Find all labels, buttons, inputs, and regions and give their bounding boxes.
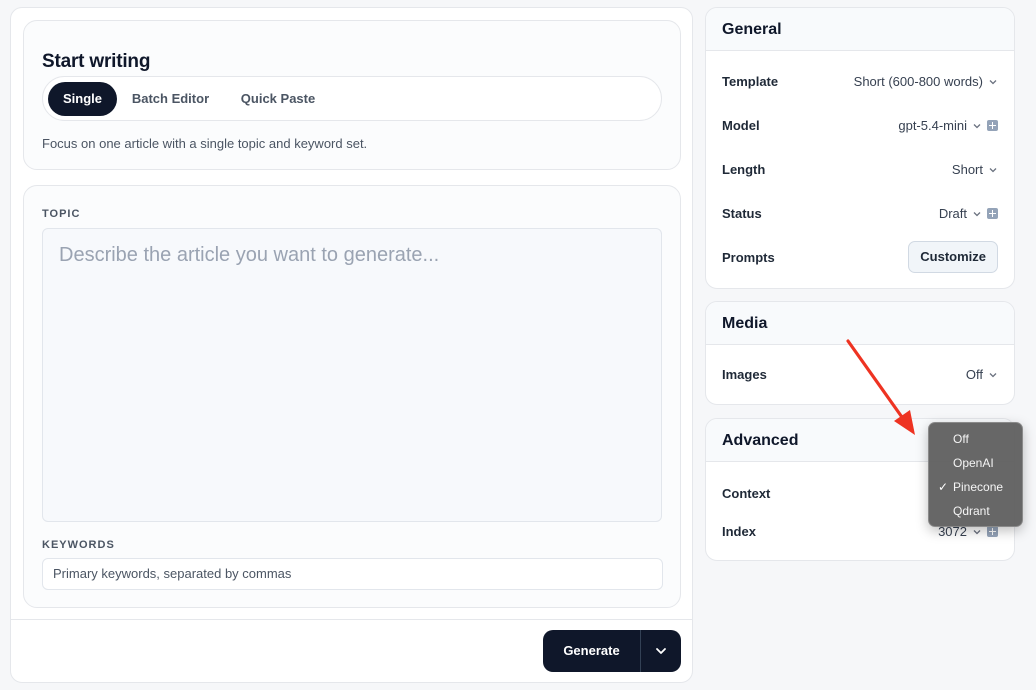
chevron-down-icon — [973, 529, 981, 534]
generate-button-group: Generate — [543, 630, 681, 672]
start-writing-card: Start writing Single Batch Editor Quick … — [23, 20, 681, 170]
default-settings-icon[interactable] — [987, 526, 998, 537]
general-header: General — [706, 8, 1014, 51]
generate-options-button[interactable] — [641, 630, 681, 672]
chevron-down-icon — [989, 79, 997, 84]
status-label: Status — [722, 206, 762, 221]
checkmark-icon: ✓ — [938, 480, 949, 494]
mode-tabs: Single Batch Editor Quick Paste — [42, 76, 662, 121]
tab-batch-editor[interactable]: Batch Editor — [123, 82, 218, 116]
status-row: Status Draft — [722, 202, 998, 226]
mode-description: Focus on one article with a single topic… — [42, 136, 368, 151]
default-settings-icon[interactable] — [987, 120, 998, 131]
keywords-label: KEYWORDS — [42, 539, 115, 551]
images-value: Off — [965, 367, 983, 382]
chevron-down-icon — [989, 372, 997, 377]
writer-panel: Start writing Single Batch Editor Quick … — [10, 7, 693, 683]
tab-single[interactable]: Single — [48, 82, 117, 116]
tab-quick-paste[interactable]: Quick Paste — [228, 82, 328, 116]
article-form-card: TOPIC Describe the article you want to g… — [23, 185, 681, 608]
index-label: Index — [722, 524, 756, 539]
images-label: Images — [722, 367, 767, 382]
annotation-arrow-icon — [846, 339, 915, 435]
length-label: Length — [722, 162, 766, 177]
status-value: Draft — [938, 206, 967, 221]
chevron-down-icon — [656, 648, 666, 654]
length-row: Length Short — [722, 158, 998, 182]
option-label: Off — [953, 432, 969, 446]
images-select[interactable]: Off — [966, 367, 998, 382]
dropdown-option-pinecone[interactable]: ✓ Pinecone — [929, 476, 1024, 498]
footer-divider — [11, 619, 692, 620]
prompts-row: Prompts Customize — [722, 241, 998, 273]
dropdown-option-off[interactable]: Off — [929, 428, 1024, 450]
template-value: Short (600-800 words) — [853, 74, 983, 89]
topic-placeholder: Describe the article you want to generat… — [59, 244, 440, 266]
model-row: Model gpt-5.4-mini — [722, 114, 998, 138]
general-section: General Template Short (600-800 words) M… — [705, 7, 1015, 289]
prompts-label: Prompts — [722, 250, 775, 265]
chevron-down-icon — [989, 167, 997, 172]
template-select[interactable]: Short (600-800 words) — [854, 74, 998, 89]
dropdown-option-openai[interactable]: OpenAI — [929, 452, 1024, 474]
chevron-down-icon — [973, 123, 981, 128]
default-settings-icon[interactable] — [987, 208, 998, 219]
dropdown-option-qdrant[interactable]: Qdrant — [929, 500, 1024, 522]
context-dropdown-menu: Off OpenAI ✓ Pinecone Qdrant — [928, 422, 1023, 527]
topic-textarea[interactable]: Describe the article you want to generat… — [42, 228, 662, 522]
model-label: Model — [722, 118, 760, 133]
model-value: gpt-5.4-mini — [898, 118, 967, 133]
topic-label: TOPIC — [42, 208, 81, 220]
context-label: Context — [722, 486, 771, 501]
keywords-input[interactable]: Primary keywords, separated by commas — [42, 558, 663, 590]
chevron-down-icon — [973, 211, 981, 216]
template-label: Template — [722, 74, 779, 89]
option-label: Pinecone — [953, 480, 1004, 494]
option-label: OpenAI — [953, 456, 994, 470]
length-select[interactable]: Short — [952, 162, 998, 177]
model-select[interactable]: gpt-5.4-mini — [898, 118, 998, 133]
option-label: Qdrant — [953, 504, 990, 518]
page-title: Start writing — [42, 51, 151, 72]
length-value: Short — [951, 162, 983, 177]
status-select[interactable]: Draft — [939, 206, 998, 221]
keywords-placeholder: Primary keywords, separated by commas — [53, 566, 292, 581]
generate-button[interactable]: Generate — [543, 630, 640, 672]
template-row: Template Short (600-800 words) — [722, 70, 998, 94]
customize-button[interactable]: Customize — [908, 241, 998, 273]
